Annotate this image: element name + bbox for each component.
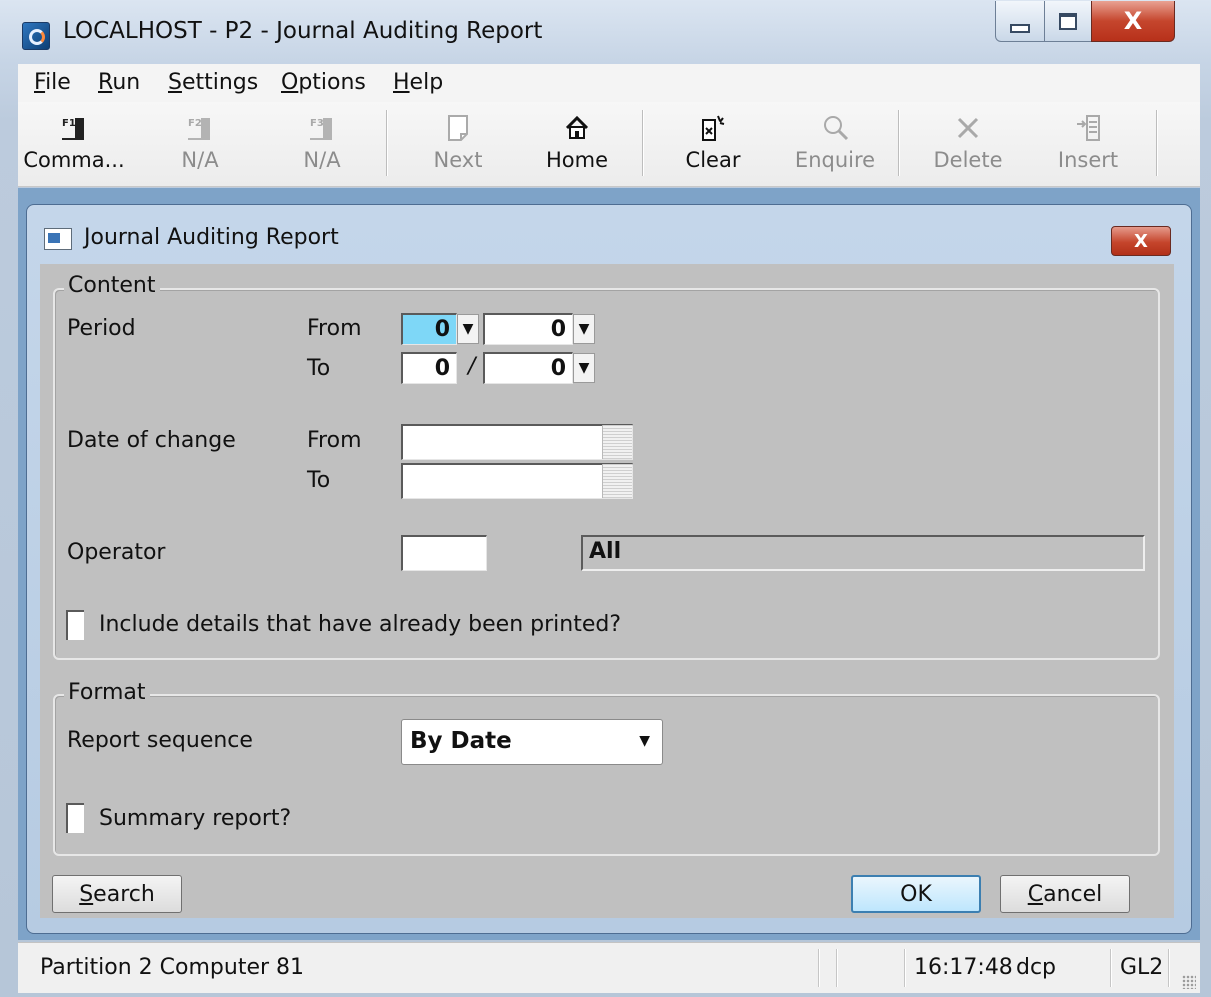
resize-grip-icon[interactable] — [1182, 975, 1196, 989]
dialog-icon — [44, 228, 72, 250]
maximize-button[interactable] — [1044, 1, 1092, 42]
delete-label: Delete — [933, 148, 1003, 172]
period-to-period-field[interactable]: 0 — [401, 352, 457, 384]
report-sequence-label: Report sequence — [67, 728, 253, 753]
command-button[interactable]: F1 Comma... — [23, 110, 125, 184]
close-icon: X — [1134, 230, 1148, 252]
maximize-icon — [1059, 12, 1077, 30]
cancel-button[interactable]: Cancel — [1000, 875, 1130, 913]
house-icon — [564, 110, 590, 146]
date-to-label: To — [307, 468, 331, 493]
operator-field[interactable] — [401, 535, 487, 571]
menu-run[interactable]: Run — [98, 70, 140, 95]
period-to-label: To — [307, 356, 331, 381]
f3-key-icon: F3 — [310, 110, 334, 146]
toolbar-separator — [1156, 110, 1157, 176]
period-to-year-field[interactable]: 0 — [483, 352, 573, 384]
toolbar-separator — [898, 110, 899, 176]
close-button[interactable]: X — [1091, 1, 1175, 42]
period-from-year-dropdown[interactable]: ▼ — [573, 314, 595, 344]
window-title: LOCALHOST - P2 - Journal Auditing Report — [63, 18, 543, 44]
f1-key-icon: F1 — [62, 110, 86, 146]
clear-icon — [700, 110, 726, 146]
application-window: LOCALHOST - P2 - Journal Auditing Report… — [0, 0, 1211, 997]
status-partition: Partition 2 Computer 81 — [40, 955, 305, 980]
insert-icon — [1075, 110, 1101, 146]
menu-help[interactable]: Help — [393, 70, 443, 95]
operator-description: All — [581, 535, 1145, 571]
f2-label: N/A — [181, 148, 219, 172]
operator-label: Operator — [67, 540, 166, 565]
toolbar-separator — [642, 110, 643, 176]
enquire-label: Enquire — [794, 148, 876, 172]
status-user: dcp — [1016, 955, 1057, 980]
report-sequence-value: By Date — [410, 728, 512, 754]
insert-button[interactable]: Insert — [1044, 110, 1132, 184]
f3-label: N/A — [303, 148, 341, 172]
minimize-icon — [1010, 23, 1030, 33]
date-from-label: From — [307, 428, 362, 453]
clear-button[interactable]: Clear — [668, 110, 758, 184]
f2-button[interactable]: F2 N/A — [158, 110, 242, 184]
date-to-field[interactable] — [401, 463, 633, 499]
home-button[interactable]: Home — [532, 110, 622, 184]
toolbar: F1 Comma... F2 N/A F3 N/A Next Home Clea… — [18, 102, 1200, 187]
next-button[interactable]: Next — [416, 110, 500, 184]
minimize-button[interactable] — [995, 1, 1045, 42]
dropdown-arrow-icon: ▼ — [462, 321, 474, 337]
content-group-label: Content — [64, 273, 160, 298]
ok-button[interactable]: OK — [851, 875, 981, 913]
period-label: Period — [67, 316, 136, 341]
include-printed-checkbox[interactable] — [66, 610, 84, 640]
x-icon — [955, 110, 981, 146]
date-of-change-label: Date of change — [67, 428, 236, 453]
toolbar-overflow-button[interactable] — [1178, 110, 1200, 184]
dropdown-arrow-icon: ▼ — [578, 321, 590, 337]
f2-key-icon: F2 — [188, 110, 212, 146]
dialog-close-button[interactable]: X — [1111, 226, 1171, 256]
search-button[interactable]: Search — [52, 875, 182, 913]
toolbar-separator — [386, 110, 387, 176]
dropdown-arrow-icon: ▼ — [578, 360, 590, 376]
period-to-year-dropdown[interactable]: ▼ — [573, 353, 595, 383]
enquire-button[interactable]: Enquire — [788, 110, 882, 184]
calendar-icon[interactable] — [602, 425, 632, 459]
clear-label: Clear — [685, 148, 741, 172]
period-from-year-field[interactable]: 0 — [483, 313, 573, 345]
calendar-icon[interactable] — [602, 464, 632, 498]
status-program: GL26 — [1120, 955, 1164, 980]
period-separator: / — [468, 354, 476, 379]
chevron-down-icon: ▼ — [639, 733, 650, 749]
insert-label: Insert — [1057, 148, 1119, 172]
format-group-label: Format — [64, 680, 150, 705]
app-icon[interactable] — [22, 22, 50, 50]
close-icon: X — [1123, 7, 1143, 35]
period-from-label: From — [307, 316, 362, 341]
status-time: 16:17:48 — [914, 955, 1013, 980]
menu-bar: File Run Settings Options Help — [18, 64, 1200, 102]
command-label: Comma... — [23, 148, 125, 172]
status-bar: Partition 2 Computer 81 16:17:48 dcp GL2… — [18, 942, 1200, 993]
period-from-period-dropdown[interactable]: ▼ — [457, 314, 479, 344]
menu-settings[interactable]: Settings — [168, 70, 258, 95]
menu-file[interactable]: File — [34, 70, 71, 95]
summary-report-checkbox[interactable] — [66, 803, 84, 833]
f3-button[interactable]: F3 N/A — [280, 110, 364, 184]
date-from-field[interactable] — [401, 424, 633, 460]
magnifier-icon — [821, 110, 849, 146]
delete-button[interactable]: Delete — [924, 110, 1012, 184]
menu-options[interactable]: Options — [281, 70, 366, 95]
period-from-period-field[interactable]: 0 — [401, 313, 457, 345]
dialog-title: Journal Auditing Report — [84, 225, 339, 250]
next-label: Next — [433, 148, 483, 172]
home-label: Home — [545, 148, 608, 172]
report-sequence-select[interactable]: By Date ▼ — [401, 719, 663, 765]
include-printed-label: Include details that have already been p… — [99, 612, 621, 637]
page-icon — [447, 110, 469, 146]
summary-report-label: Summary report? — [99, 806, 292, 831]
